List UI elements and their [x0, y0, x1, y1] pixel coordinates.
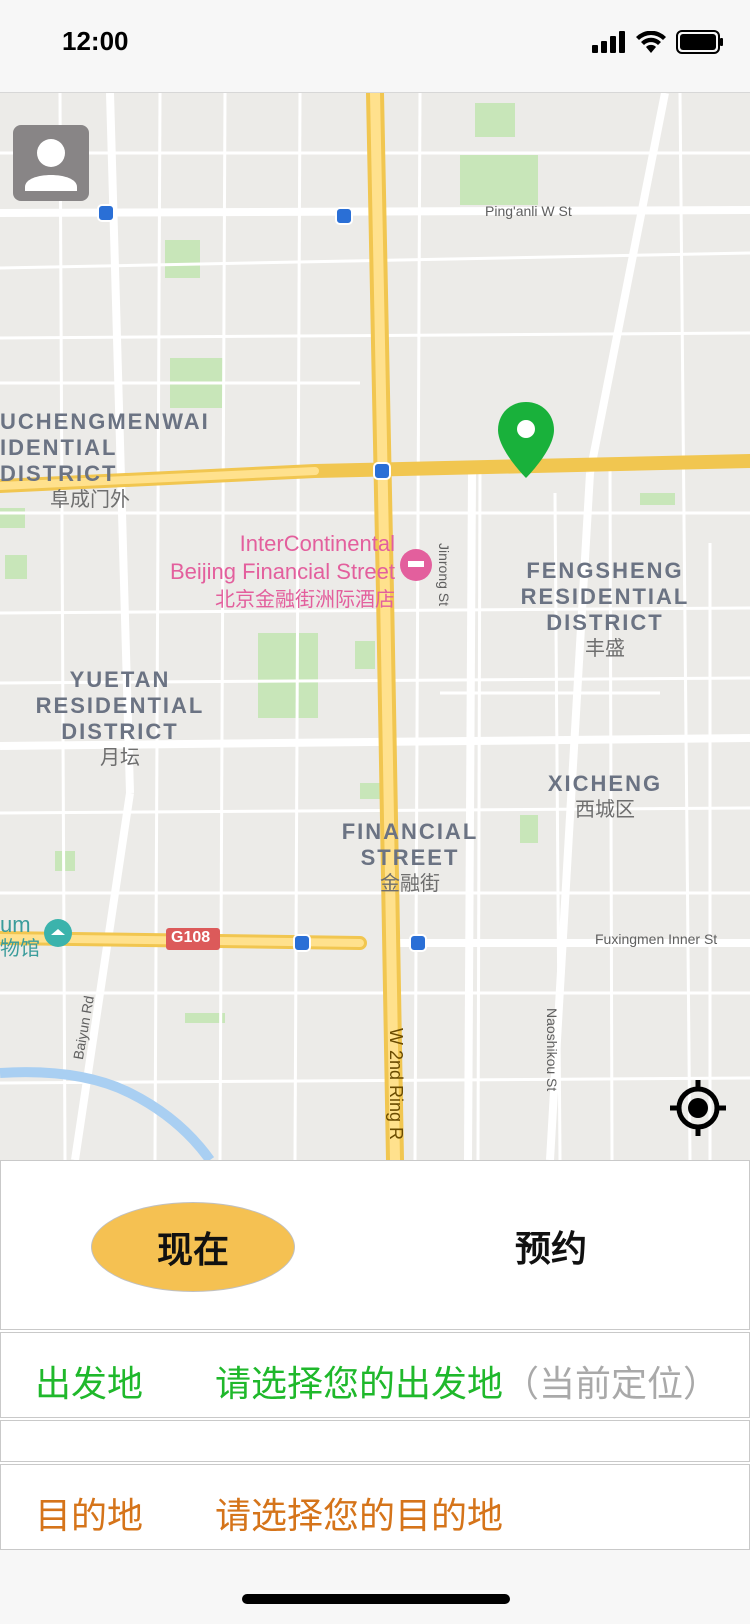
status-time: 12:00 [62, 26, 129, 56]
ride-panel: 现在 预约 出发地 请选择您的出发地（当前定位） 目的地 请选择您的目的地 [0, 1160, 750, 1550]
district-cn: 丰盛 [585, 638, 625, 660]
museum-label-en: um [0, 912, 31, 937]
district-name: FINANCIAL STREET [341, 819, 479, 870]
start-label: 出发地 [35, 1364, 144, 1405]
road-label-fuxingmen: Fuxingmen Inner St [595, 931, 718, 947]
person-icon [25, 139, 77, 191]
district-cn: 月坛 [100, 747, 140, 769]
poi-line3: 北京金融街洲际酒店 [215, 589, 395, 611]
district-cn: 西城区 [575, 799, 635, 821]
district-name: UCHENGMENWAI IDENTIAL DISTRICT [0, 409, 210, 486]
district-cn: 金融街 [380, 873, 440, 895]
metro-icon [293, 934, 311, 952]
location-pin-icon[interactable] [498, 402, 554, 478]
profile-button[interactable] [13, 125, 89, 201]
poi-line2: Beijing Financial Street [169, 559, 395, 584]
metro-icon [335, 207, 353, 225]
metro-icon [97, 204, 115, 222]
destination-label: 目的地 [35, 1496, 144, 1537]
row-divider [0, 1420, 750, 1462]
road-label-naoshikou: Naoshikou St [544, 1008, 560, 1092]
home-indicator[interactable] [242, 1594, 510, 1604]
district-name: FENGSHENG RESIDENTIAL DISTRICT [520, 558, 690, 635]
museum-label-cn: 物馆 [0, 938, 40, 960]
start-location-row[interactable]: 出发地 请选择您的出发地（当前定位） [0, 1332, 750, 1418]
district-financial-street: FINANCIAL STREET 金融街 [330, 819, 490, 897]
poi-intercontinental[interactable]: InterContinental Beijing Financial Stree… [120, 530, 395, 614]
district-name: YUETAN RESIDENTIAL DISTRICT [35, 667, 205, 744]
metro-icon [409, 934, 427, 952]
wifi-icon [636, 31, 666, 53]
mode-selector: 现在 预约 [0, 1160, 750, 1330]
road-label-jinrong: Jinrong St [436, 543, 452, 607]
map-view[interactable]: Ping'anli W St Jinrong St Fuxingmen Inne… [0, 93, 750, 1160]
district-xicheng: XICHENG 西城区 [540, 771, 670, 823]
metro-icon [373, 462, 391, 480]
road-label-pinganli: Ping'anli W St [485, 203, 572, 219]
destination-row[interactable]: 目的地 请选择您的目的地 [0, 1464, 750, 1550]
status-icons [592, 30, 724, 54]
district-cn: 阜成门外 [50, 489, 130, 511]
start-hint: （当前定位） [503, 1364, 720, 1405]
start-placeholder: 请选择您的出发地 [215, 1364, 504, 1405]
district-yuetan: YUETAN RESIDENTIAL DISTRICT 月坛 [35, 667, 205, 771]
district-fuchengmenwai: UCHENGMENWAI IDENTIAL DISTRICT 阜成门外 [0, 409, 240, 513]
status-bar: 12:00 [0, 0, 750, 93]
museum-label: um 物馆 [0, 913, 40, 961]
g108-label: G108 [171, 929, 211, 946]
start-value[interactable]: 请选择您的出发地（当前定位） [215, 1355, 719, 1407]
district-name: XICHENG [547, 771, 663, 796]
battery-icon [676, 30, 723, 54]
destination-value[interactable]: 请选择您的目的地 [215, 1487, 503, 1539]
district-fengsheng: FENGSHENG RESIDENTIAL DISTRICT 丰盛 [520, 558, 690, 662]
road-label-w2nd: W 2nd Ring R [386, 1028, 406, 1141]
mode-now-button[interactable]: 现在 [91, 1202, 295, 1292]
mode-reserve-button[interactable]: 预约 [456, 1202, 646, 1290]
signal-icon [592, 31, 625, 53]
poi-line1: InterContinental [239, 531, 395, 556]
locate-me-icon[interactable] [668, 1078, 728, 1138]
